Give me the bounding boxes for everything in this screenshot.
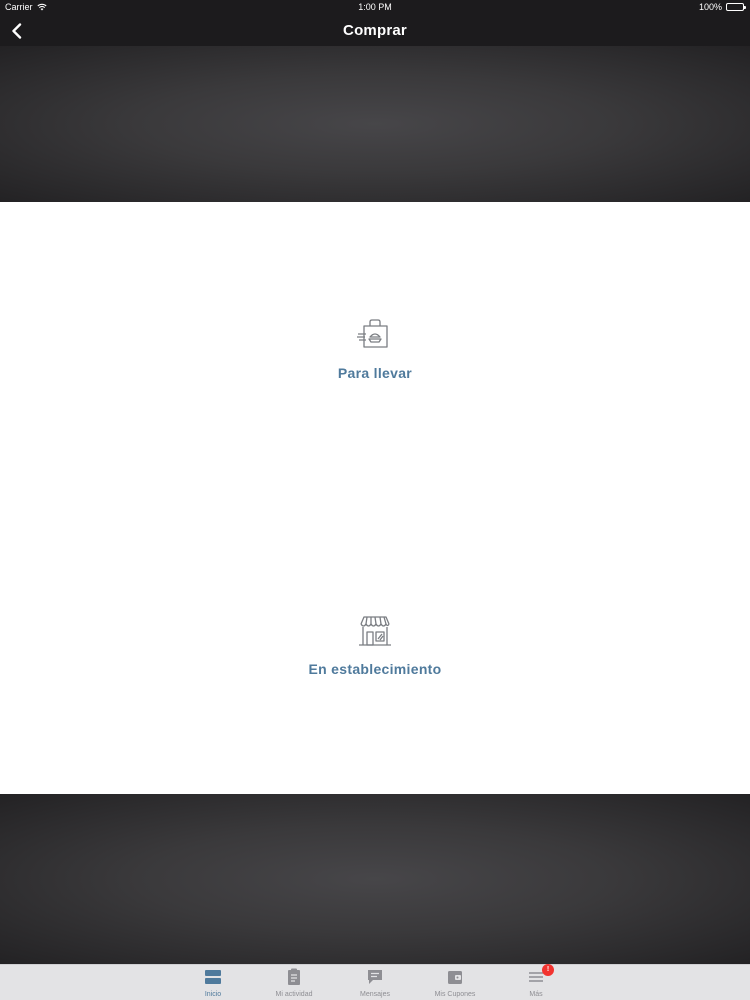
message-icon: [366, 968, 384, 986]
storefront-icon: [359, 616, 391, 646]
bottom-banner: [0, 794, 750, 964]
option-para-llevar[interactable]: Para llevar: [0, 316, 750, 381]
tab-inicio[interactable]: Inicio: [178, 968, 248, 1000]
option-label: Para llevar: [337, 365, 413, 381]
battery-percent: 100%: [698, 2, 722, 12]
home-icon: [204, 968, 222, 986]
tab-bar: Inicio Mi actividad Mensajes Mis Cupones…: [0, 964, 750, 1000]
status-bar: Carrier 1:00 PM 100%: [0, 0, 750, 16]
tab-mis-cupones[interactable]: Mis Cupones: [420, 968, 490, 1000]
clipboard-icon: [285, 968, 303, 986]
page-title: Comprar: [343, 22, 407, 39]
menu-icon: !: [527, 964, 554, 986]
takeout-bag-icon: [357, 319, 388, 348]
tab-mas[interactable]: ! Más: [501, 964, 571, 1000]
tab-label: Mi actividad: [275, 991, 313, 998]
tab-mensajes[interactable]: Mensajes: [340, 968, 410, 1000]
order-type-options: Para llevar En establecimiento: [0, 202, 750, 794]
tab-label: Inicio: [204, 991, 222, 998]
tab-mi-actividad[interactable]: Mi actividad: [259, 968, 329, 1000]
notification-badge: !: [542, 964, 554, 976]
status-time: 1:00 PM: [358, 2, 392, 12]
battery-group: 100%: [698, 2, 746, 12]
tab-label: Más: [529, 991, 543, 998]
option-en-establecimiento[interactable]: En establecimiento: [0, 612, 750, 677]
wallet-icon: [446, 968, 464, 986]
navigation-bar: Comprar: [0, 16, 750, 46]
battery-icon: [726, 3, 746, 11]
option-label: En establecimiento: [308, 661, 442, 677]
tab-label: Mensajes: [360, 991, 390, 998]
tab-label: Mis Cupones: [434, 991, 476, 998]
top-banner: [0, 46, 750, 202]
